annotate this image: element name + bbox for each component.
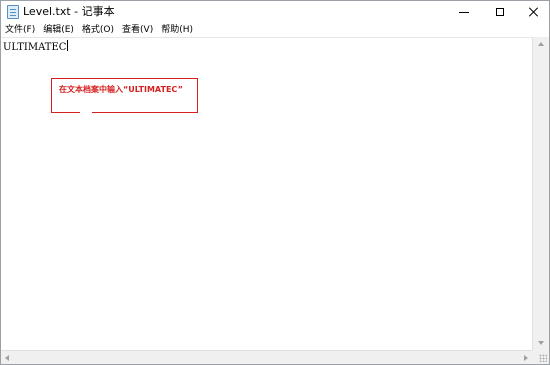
minimize-icon bbox=[459, 11, 469, 13]
resize-grip-icon[interactable] bbox=[539, 354, 547, 362]
close-button[interactable] bbox=[517, 1, 549, 23]
text-caret bbox=[67, 40, 69, 51]
menu-edit[interactable]: 编辑(E) bbox=[39, 24, 78, 36]
horizontal-scrollbar[interactable] bbox=[1, 350, 532, 364]
annotation-callout: 在文本档案中输入“ULTIMATEC” bbox=[51, 78, 198, 113]
scroll-left-icon[interactable] bbox=[5, 355, 9, 361]
notepad-icon bbox=[7, 5, 19, 19]
scroll-up-icon[interactable] bbox=[538, 42, 544, 46]
maximize-button[interactable] bbox=[483, 1, 517, 23]
menu-help[interactable]: 帮助(H) bbox=[157, 24, 197, 36]
title-bar[interactable]: Level.txt - 记事本 bbox=[1, 1, 549, 23]
minimize-button[interactable] bbox=[447, 1, 481, 23]
menu-file[interactable]: 文件(F) bbox=[1, 24, 39, 36]
maximize-icon bbox=[496, 8, 504, 16]
editor-content: ULTIMATEC bbox=[3, 40, 69, 54]
resize-corner[interactable] bbox=[532, 350, 549, 364]
vertical-scrollbar[interactable] bbox=[532, 37, 549, 350]
annotation-text: 在文本档案中输入“ULTIMATEC” bbox=[59, 85, 183, 94]
editor-text: ULTIMATEC bbox=[3, 42, 67, 53]
menu-view[interactable]: 查看(V) bbox=[118, 24, 157, 36]
notepad-window: Level.txt - 记事本 文件(F) 编辑(E) 格式(O) 查看(V) … bbox=[0, 0, 550, 365]
close-icon bbox=[529, 7, 539, 17]
scroll-down-icon[interactable] bbox=[538, 341, 544, 345]
menu-bar: 文件(F) 编辑(E) 格式(O) 查看(V) 帮助(H) bbox=[1, 23, 549, 37]
scroll-right-icon[interactable] bbox=[524, 355, 528, 361]
menu-format[interactable]: 格式(O) bbox=[78, 24, 118, 36]
window-title: Level.txt - 记事本 bbox=[23, 5, 115, 18]
